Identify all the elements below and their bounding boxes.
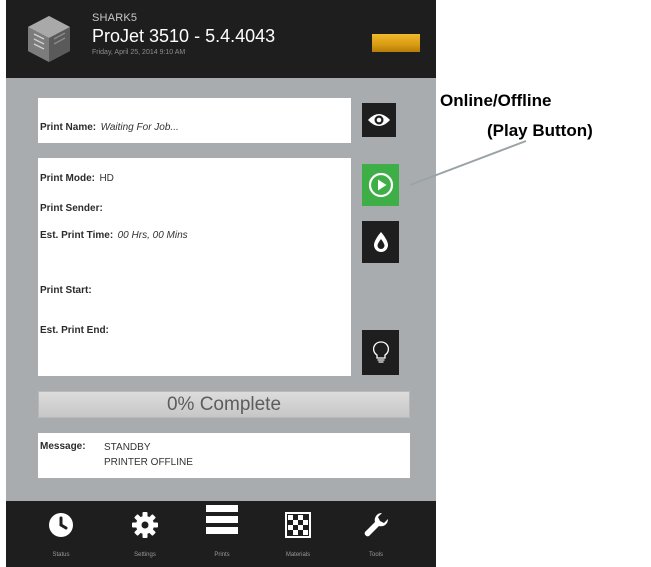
date-time: Friday, April 25, 2014 9:10 AM [92,49,186,56]
message-line-1: STANDBY [104,442,151,453]
wrench-icon [364,512,389,537]
play-icon [368,172,393,198]
nav-tools-label: Tools [368,552,383,558]
nav-prints-label: Prints [214,552,230,558]
est-print-end-label: Est. Print End: [40,325,109,336]
est-print-time-label: Est. Print Time: [40,230,114,241]
annotation-line-1: Online/Offline [440,91,552,110]
lightbulb-icon [372,340,389,363]
eye-icon [368,114,390,126]
print-info-panel: Print Mode: HD Print Sender: Est. Print … [38,158,351,376]
print-sender-label: Print Sender: [40,203,103,214]
nav-settings-label: Settings [134,552,156,558]
header-bar: SHARK5 ProJet 3510 - 5.4.4043 Friday, Ap… [6,0,436,78]
light-button[interactable] [362,330,399,375]
clock-icon [49,513,73,537]
nav-prints[interactable]: Prints [187,501,257,567]
message-line-2: PRINTER OFFLINE [104,457,193,468]
printer-name: SHARK5 [92,12,138,24]
print-name-value: Waiting For Job... [100,122,179,133]
print-start-label: Print Start: [40,285,92,296]
checker-icon [285,512,311,538]
print-mode-value: HD [99,173,114,184]
printer-touchscreen: SHARK5 ProJet 3510 - 5.4.4043 Friday, Ap… [6,0,436,567]
status-indicator [372,34,420,52]
nav-tools[interactable]: Tools [341,501,411,567]
print-name-label: Print Name: [40,122,97,133]
printer-cube-icon [28,16,70,62]
model-version: ProJet 3510 - 5.4.4043 [92,26,276,46]
progress-bar: 0% Complete [38,391,410,418]
bottom-nav: Status Settings Prints Materials Tools [6,501,436,567]
nav-materials[interactable]: Materials [263,501,333,567]
view-job-button[interactable] [362,103,396,137]
print-mode-label: Print Mode: [40,173,95,184]
gear-icon [132,512,158,538]
list-icon [206,505,238,534]
annotation-line-2: (Play Button) [487,121,593,140]
est-print-time-value: 00 Hrs, 00 Mins [117,230,188,241]
nav-status-label: Status [52,552,70,558]
nav-materials-label: Materials [285,552,311,558]
nav-status[interactable]: Status [26,501,96,567]
material-button[interactable] [362,221,399,263]
drop-icon [373,232,388,252]
message-label: Message: [40,441,86,452]
message-panel: Message: STANDBY PRINTER OFFLINE [38,433,410,478]
print-name-panel: Print Name: Waiting For Job... [38,98,351,143]
progress-text: 0% Complete [166,393,282,415]
online-offline-play-button[interactable] [362,164,399,206]
nav-settings[interactable]: Settings [110,501,180,567]
